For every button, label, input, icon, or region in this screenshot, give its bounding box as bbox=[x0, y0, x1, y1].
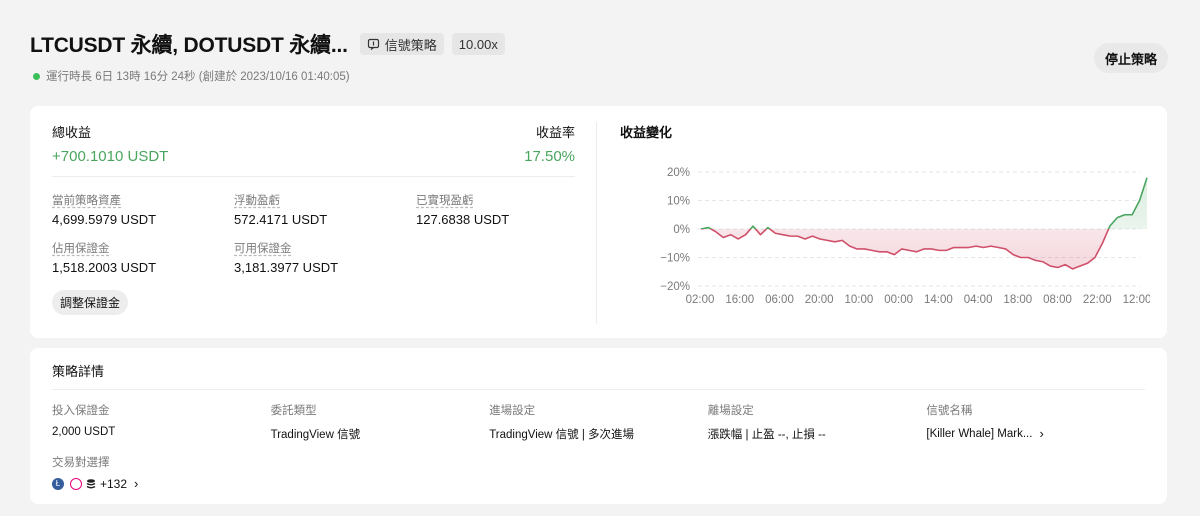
stat-realized-pnl: 已實現盈虧 127.6838 USDT bbox=[416, 192, 576, 227]
runtime-text: 運行時長 6日 13時 16分 24秒 (創建於 2023/10/16 01:4… bbox=[46, 71, 350, 83]
detail-label: 投入保證金 bbox=[52, 405, 110, 417]
yield-block: 收益率 17.50% bbox=[524, 122, 575, 165]
stat-label[interactable]: 當前策略資產 bbox=[52, 192, 234, 208]
detail-margin: 投入保證金 2,000 USDT bbox=[52, 402, 271, 442]
chart-title: 收益變化 bbox=[620, 125, 673, 140]
chevron-right-icon: › bbox=[134, 476, 139, 491]
pairs-more-count: +132 bbox=[100, 476, 128, 491]
x-tick-label: 12:00 bbox=[1123, 294, 1150, 306]
total-profit-label: 總收益 bbox=[52, 125, 92, 140]
x-tick-label: 22:00 bbox=[1083, 294, 1112, 306]
ltc-coin-icon: Ł bbox=[52, 477, 64, 490]
detail-signal-name: 信號名稱 [Killer Whale] Mark... › bbox=[926, 402, 1145, 442]
y-tick-label: 20% bbox=[667, 167, 690, 179]
total-profit-value: +700.1010 USDT bbox=[52, 148, 169, 165]
stat-value: 1,518.2003 USDT bbox=[52, 260, 157, 275]
y-tick-label: −20% bbox=[660, 281, 690, 293]
pairs-link[interactable]: Ł +132 › bbox=[52, 476, 138, 491]
stat-floating-pnl: 浮動盈虧 572.4171 USDT bbox=[234, 192, 416, 227]
detail-value: TradingView 信號 bbox=[270, 429, 361, 441]
profit-chart: 收益變化 20% 10% 0% −10% −20% 02:00 16:00 06:00 20:0… bbox=[620, 122, 1150, 322]
detail-label: 進場設定 bbox=[489, 405, 536, 417]
stat-value: 4,699.5979 USDT bbox=[52, 212, 157, 227]
strategy-title: LTCUSDT 永續, DOTUSDT 永續... bbox=[30, 34, 348, 57]
stat-used-margin: 佔用保證金 1,518.2003 USDT bbox=[52, 240, 234, 275]
profit-summary: 總收益 +700.1010 USDT 收益率 17.50% 當前策略資產 4,6… bbox=[52, 122, 575, 315]
adjust-margin-button[interactable]: 調整保證金 bbox=[52, 290, 129, 315]
stat-label[interactable]: 佔用保證金 bbox=[52, 240, 234, 256]
stat-available-margin: 可用保證金 3,181.3977 USDT bbox=[234, 240, 416, 275]
x-tick-label: 08:00 bbox=[1043, 294, 1072, 306]
x-tick-label: 02:00 bbox=[686, 294, 715, 306]
stat-value: 572.4171 USDT bbox=[234, 212, 328, 227]
x-tick-label: 16:00 bbox=[725, 294, 754, 306]
dot-coin-icon bbox=[70, 477, 82, 490]
chevron-right-icon: › bbox=[1039, 426, 1044, 441]
vertical-divider bbox=[596, 122, 597, 324]
y-tick-label: −10% bbox=[660, 253, 690, 265]
x-tick-label: 10:00 bbox=[845, 294, 874, 306]
stat-value: 3,181.3977 USDT bbox=[234, 260, 339, 275]
details-grid: 投入保證金 2,000 USDT 委託類型 TradingView 信號 進場設… bbox=[52, 402, 1145, 442]
detail-value: 2,000 USDT bbox=[52, 426, 116, 438]
yield-value: 17.50% bbox=[524, 148, 575, 165]
strategy-type-tag: 信號策略 bbox=[359, 33, 444, 55]
detail-value: TradingView 信號 | 多次進場 bbox=[489, 429, 635, 441]
signal-icon bbox=[367, 38, 379, 50]
summary-card: 總收益 +700.1010 USDT 收益率 17.50% 當前策略資產 4,6… bbox=[30, 106, 1167, 338]
detail-value: 漲跌幅 | 止盈 --, 止損 -- bbox=[707, 429, 826, 441]
profit-line-chart[interactable]: 20% 10% 0% −10% −20%02:00 16:00 06:00 20:00 10:0… bbox=[620, 140, 1150, 320]
signal-name-value: [Killer Whale] Mark... bbox=[926, 427, 1033, 440]
x-tick-label: 18:00 bbox=[1003, 294, 1032, 306]
strategy-type-label: 信號策略 bbox=[384, 37, 437, 53]
title-row: LTCUSDT 永續, DOTUSDT 永續... 信號策略 10.00x bbox=[30, 32, 1168, 57]
stat-strategy-assets: 當前策略資產 4,699.5979 USDT bbox=[52, 192, 234, 227]
detail-exit: 離場設定 漲跌幅 | 止盈 --, 止損 -- bbox=[708, 402, 927, 442]
trading-pairs: 交易對選擇 Ł +132 › bbox=[52, 454, 138, 491]
stack-coins-icon bbox=[86, 478, 96, 488]
stats-grid: 當前策略資產 4,699.5979 USDT 浮動盈虧 572.4171 USD… bbox=[52, 192, 575, 275]
x-tick-label: 20:00 bbox=[805, 294, 834, 306]
total-profit-block: 總收益 +700.1010 USDT bbox=[52, 122, 168, 165]
stop-strategy-button[interactable]: 停止策略 bbox=[1093, 43, 1168, 73]
details-title: 策略詳情 bbox=[52, 364, 105, 379]
detail-order-type: 委託類型 TradingView 信號 bbox=[271, 402, 490, 442]
detail-entry: 進場設定 TradingView 信號 | 多次進場 bbox=[489, 402, 708, 442]
negative-area bbox=[701, 229, 1147, 269]
x-tick-label: 06:00 bbox=[765, 294, 794, 306]
page-header: LTCUSDT 永續, DOTUSDT 永續... 信號策略 10.00x 運行… bbox=[30, 32, 1168, 92]
details-divider bbox=[52, 389, 1145, 390]
summary-divider bbox=[52, 176, 575, 177]
strategy-details-card: 策略詳情 投入保證金 2,000 USDT 委託類型 TradingView 信… bbox=[30, 348, 1167, 504]
leverage-tag: 10.00x bbox=[451, 33, 505, 55]
detail-label: 離場設定 bbox=[707, 405, 754, 417]
running-status-dot bbox=[33, 72, 40, 80]
signal-name-link[interactable]: [Killer Whale] Mark... › bbox=[926, 426, 1145, 441]
x-tick-label: 14:00 bbox=[924, 294, 953, 306]
detail-label: 信號名稱 bbox=[926, 405, 973, 417]
x-tick-label: 04:00 bbox=[964, 294, 993, 306]
runtime-line: 運行時長 6日 13時 16分 24秒 (創建於 2023/10/16 01:4… bbox=[30, 68, 1168, 84]
y-tick-label: 10% bbox=[667, 196, 690, 208]
detail-label: 委託類型 bbox=[270, 405, 317, 417]
x-tick-label: 00:00 bbox=[884, 294, 913, 306]
stat-label[interactable]: 可用保證金 bbox=[234, 240, 416, 256]
total-row: 總收益 +700.1010 USDT 收益率 17.50% bbox=[52, 122, 575, 165]
y-tick-label: 0% bbox=[673, 224, 690, 236]
pairs-label: 交易對選擇 bbox=[52, 457, 110, 469]
stat-label[interactable]: 浮動盈虧 bbox=[234, 192, 416, 208]
stat-value: 127.6838 USDT bbox=[416, 212, 510, 227]
stat-label[interactable]: 已實現盈虧 bbox=[416, 192, 576, 208]
yield-label: 收益率 bbox=[535, 125, 575, 140]
